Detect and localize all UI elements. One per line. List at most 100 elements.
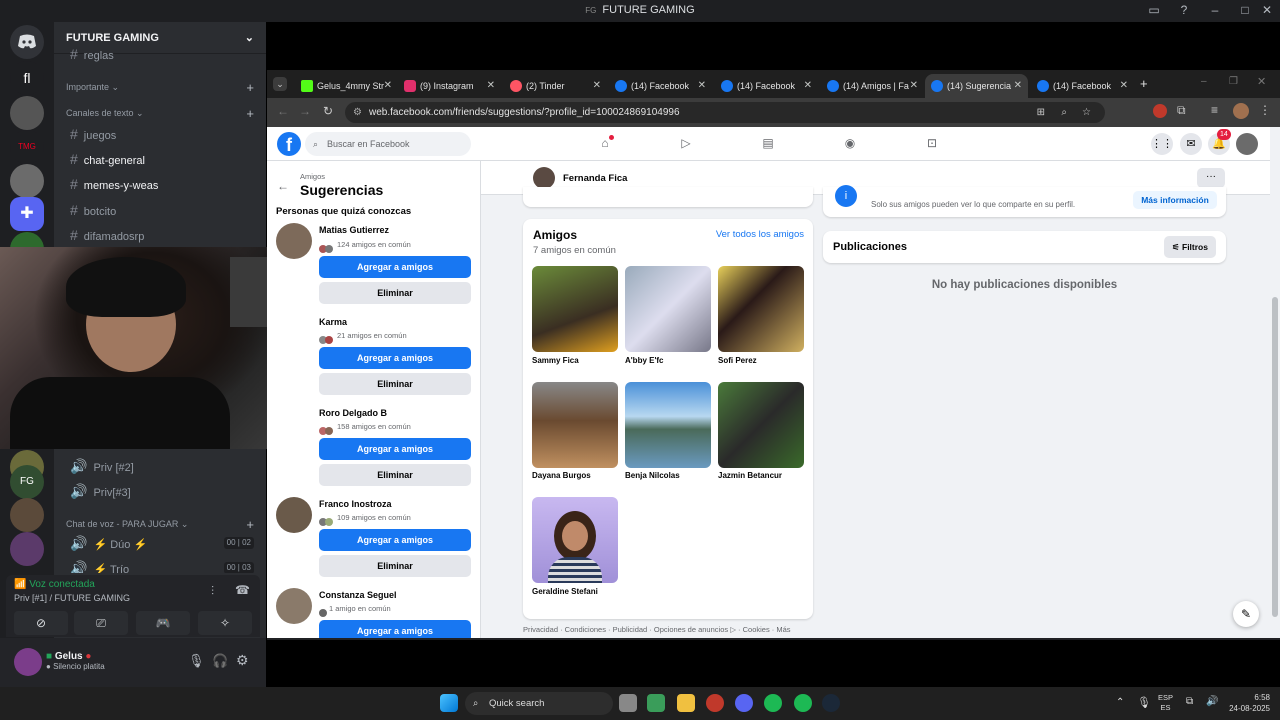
close-button[interactable]: ✕ (1257, 75, 1266, 88)
media-icon[interactable]: ≡ (1211, 103, 1218, 117)
translate-icon[interactable]: ⊞ (1037, 102, 1045, 123)
person-name[interactable]: Roro Delgado B (319, 408, 387, 418)
profile-avatar[interactable] (1233, 103, 1249, 119)
browser-menu-icon[interactable]: ⋮ (1259, 103, 1271, 117)
person-name[interactable]: Constanza Seguel (319, 590, 397, 600)
facebook-logo-icon[interactable]: f (277, 132, 301, 156)
add-friend-button[interactable]: Agregar a amigos (319, 438, 471, 460)
tab-tinder[interactable]: (2) Tinder ✕ (504, 74, 607, 98)
category-text[interactable]: Canales de texto ⌄ (66, 108, 144, 119)
menu-grid-icon[interactable]: ⋮⋮ (1151, 133, 1173, 155)
add-channel-icon[interactable]: + (246, 80, 254, 95)
tab-kick[interactable]: Gelus_4mmy Str ✕ (295, 74, 398, 98)
tab-search-icon[interactable]: ⌄ (273, 77, 287, 91)
avatar[interactable] (276, 588, 312, 624)
more-options-icon[interactable]: ··· (1197, 168, 1225, 188)
breadcrumb[interactable]: Amigos (300, 172, 325, 181)
language-indicator[interactable]: ESP ES (1158, 693, 1173, 713)
friend-name[interactable]: Dayana Burgos (532, 471, 622, 480)
remove-suggestion-button[interactable]: Eliminar (319, 282, 471, 304)
clock[interactable]: 6:58 24-08-2025 (1224, 692, 1270, 714)
person-name[interactable]: Karma (319, 317, 347, 327)
person-name[interactable]: Matias Gutierrez (319, 225, 389, 235)
friend-photo[interactable] (625, 266, 711, 352)
screen-share-icon[interactable]: ⎚ (74, 611, 128, 635)
channel-partial[interactable]: # reglas (62, 47, 258, 62)
voice-channel-duo[interactable]: 🔊 ⚡ Dúo ⚡ 00 | 02 (62, 532, 258, 554)
remove-suggestion-button[interactable]: Eliminar (319, 373, 471, 395)
category-voice[interactable]: Chat de voz - PARA JUGAR ⌄ (66, 519, 188, 530)
server-icon-fg[interactable]: FG (10, 465, 44, 499)
camera-off-icon[interactable]: ⊘ (14, 611, 68, 635)
disconnect-icon[interactable]: ☎ (235, 583, 250, 597)
tab-facebook-2[interactable]: (14) Facebook ✕ (715, 74, 818, 98)
add-friend-button[interactable]: Agregar a amigos (319, 529, 471, 551)
avatar[interactable] (276, 497, 312, 533)
close-button[interactable]: ✕ (1259, 3, 1275, 19)
minimize-button[interactable]: – (1207, 3, 1223, 19)
server-avatar-5[interactable] (10, 498, 44, 532)
tab-facebook-amigos[interactable]: (14) Amigos | Fa ✕ (821, 74, 924, 98)
server-avatar-6[interactable] (10, 532, 44, 566)
zoom-icon[interactable]: ⌕ (1061, 102, 1067, 123)
url-input[interactable]: ⚙ web.facebook.com/friends/suggestions/?… (345, 102, 1105, 123)
discord-icon[interactable] (735, 694, 753, 712)
friend-name[interactable]: Benja Nilcolas (625, 471, 715, 480)
close-tab-icon[interactable]: ✕ (384, 74, 392, 98)
close-tab-icon[interactable]: ✕ (1014, 74, 1022, 98)
inbox-icon[interactable]: ▭ (1146, 3, 1162, 19)
avatar[interactable] (14, 648, 42, 676)
add-friend-button[interactable]: Agregar a amigos (319, 347, 471, 369)
remove-suggestion-button[interactable]: Eliminar (319, 464, 471, 486)
avatar[interactable] (276, 223, 312, 259)
voice-channel-trio[interactable]: 🔊 ⚡ Trío 00 | 03 (62, 557, 258, 573)
tab-facebook-sugerencias[interactable]: (14) Sugerencia ✕ (925, 74, 1028, 98)
network-icon[interactable]: ⧉ (1186, 696, 1193, 707)
activity-icon[interactable]: 🎮 (136, 611, 190, 635)
back-icon[interactable]: ← (277, 104, 289, 118)
category-important[interactable]: Importante ⌄ (66, 82, 119, 93)
reload-icon[interactable]: ↻ (323, 104, 333, 118)
server-icon-tmg[interactable]: TMG (10, 130, 44, 164)
channel-juegos[interactable]: # juegos (62, 123, 258, 145)
taskbar-search[interactable]: ⌕ Quick search (465, 692, 613, 715)
friend-photo[interactable] (532, 266, 618, 352)
file-explorer-icon[interactable] (677, 694, 695, 712)
remove-suggestion-button[interactable]: Eliminar (319, 555, 471, 577)
close-tab-icon[interactable]: ✕ (804, 74, 812, 98)
close-tab-icon[interactable]: ✕ (593, 74, 601, 98)
add-channel-icon[interactable]: + (246, 106, 254, 121)
server-avatar-2[interactable] (10, 164, 44, 198)
server-avatar-1[interactable] (10, 96, 44, 130)
profile-avatar[interactable] (533, 167, 555, 189)
discord-home-icon[interactable] (10, 25, 44, 59)
add-friend-button[interactable]: Agregar a amigos (319, 256, 471, 278)
forward-icon[interactable]: → (299, 104, 311, 118)
friend-name[interactable]: A'bby E'fc (625, 356, 715, 365)
tab-instagram[interactable]: (9) Instagram ✕ (398, 74, 501, 98)
noise-suppression-icon[interactable]: ⫶ (211, 584, 214, 599)
opera-icon[interactable] (706, 694, 724, 712)
extensions-puzzle-icon[interactable]: ⧉ (1177, 103, 1186, 118)
friend-name[interactable]: Jazmin Betancur (718, 471, 808, 480)
chevron-up-icon[interactable]: ⌃ (1116, 697, 1124, 708)
scrollbar-thumb[interactable] (1272, 297, 1278, 617)
microphone-icon[interactable]: 🎙 (188, 653, 205, 669)
friend-photo[interactable] (718, 382, 804, 468)
more-info-button[interactable]: Más información (1133, 191, 1217, 209)
voice-channel-priv-3[interactable]: 🔊 Priv[#3] (62, 480, 258, 502)
extension-icon[interactable] (1153, 104, 1167, 118)
friend-photo[interactable] (718, 266, 804, 352)
back-arrow-icon[interactable]: ← (277, 179, 289, 193)
voice-channel-priv-2[interactable]: 🔊 Priv [#2] (62, 455, 258, 477)
footer-links[interactable]: Privacidad · Condiciones · Publicidad · … (523, 625, 791, 634)
person-name[interactable]: Franco Inostroza (319, 499, 392, 509)
restore-button[interactable]: ❐ (1229, 76, 1238, 87)
friend-photo[interactable] (532, 382, 618, 468)
friend-name[interactable]: Sofi Perez (718, 356, 808, 365)
new-tab-icon[interactable]: + (1140, 76, 1148, 91)
server-icon-future-gaming[interactable]: ✚ (10, 197, 44, 231)
close-tab-icon[interactable]: ✕ (698, 74, 706, 98)
friend-photo[interactable] (532, 497, 618, 583)
microphone-icon[interactable]: 🎙 (1137, 696, 1151, 709)
